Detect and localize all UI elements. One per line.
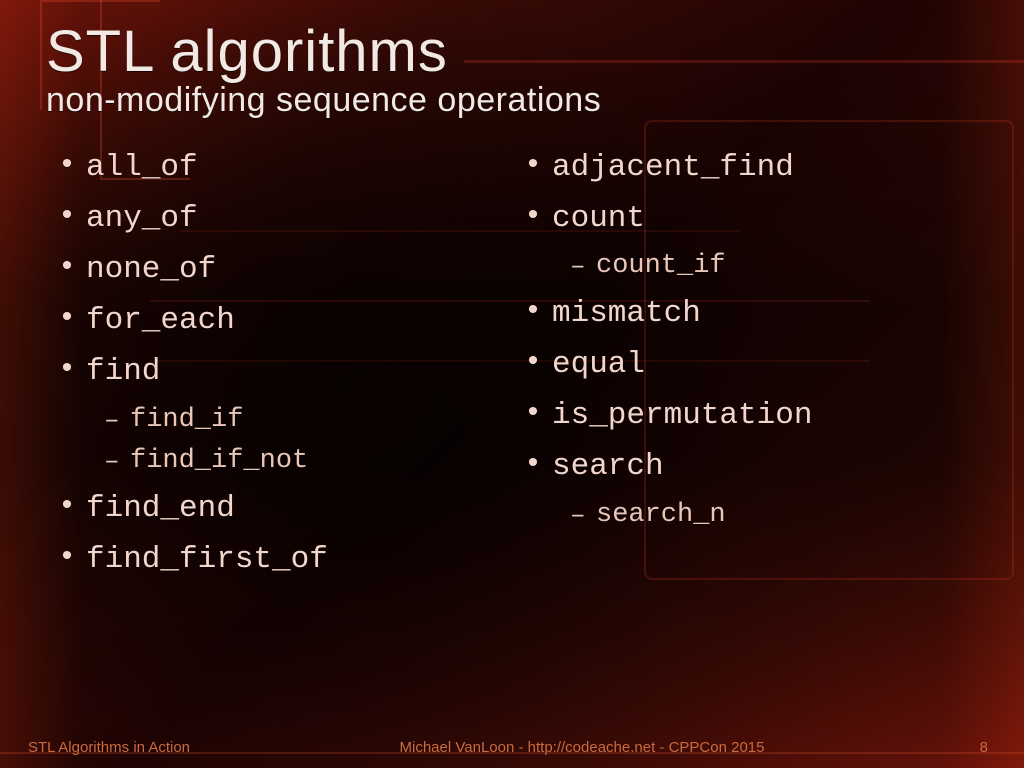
slide-subtitle: non-modifying sequence operations — [46, 81, 978, 120]
content-columns: all_ofany_ofnone_offor_eachfindfind_iffi… — [46, 142, 978, 586]
sub-list: find_iffind_if_not — [86, 400, 512, 484]
list-item-label: for_each — [86, 303, 235, 338]
list-item: search search_n — [512, 441, 978, 536]
list-item: find_end — [46, 483, 512, 534]
footer-center: Michael VanLoon - http://codeache.net - … — [288, 739, 876, 756]
list-item: any_of — [46, 193, 512, 244]
sub-list-item: search_n — [552, 495, 978, 537]
sub-list-item: count_if — [552, 246, 978, 288]
sub-list: count_if — [552, 246, 978, 288]
list-item: for_each — [46, 295, 512, 346]
list-item-label: mismatch — [552, 296, 701, 331]
list-item-label: any_of — [86, 201, 198, 236]
list-item: is_permutation — [512, 390, 978, 441]
list-item-label: find_end — [86, 491, 235, 526]
list-item-label: is_permutation — [552, 398, 812, 433]
list-item-label: find_first_of — [86, 542, 328, 577]
list-item-label: find — [86, 354, 160, 389]
footer-page-number: 8 — [876, 739, 996, 756]
list-item-label: count — [552, 201, 645, 236]
right-column: adjacent_findcount count_if mismatch equal i… — [512, 142, 978, 586]
sub-list: search_n — [552, 495, 978, 537]
slide-footer: STL Algorithms in Action Michael VanLoon… — [0, 739, 1024, 756]
list-item-label: adjacent_find — [552, 150, 794, 185]
list-item: adjacent_find — [512, 142, 978, 193]
list-item: count count_if — [512, 193, 978, 288]
left-column: all_ofany_ofnone_offor_eachfindfind_iffi… — [46, 142, 512, 586]
list-item-label: all_of — [86, 150, 198, 185]
bullet-list-left: all_ofany_ofnone_offor_eachfindfind_iffi… — [46, 142, 512, 586]
list-item: find_first_of — [46, 534, 512, 585]
sub-list-item: find_if — [86, 400, 512, 442]
list-item: none_of — [46, 244, 512, 295]
list-item: mismatch — [512, 288, 978, 339]
list-item-label: equal — [552, 347, 645, 382]
slide: STL algorithms non-modifying sequence op… — [0, 0, 1024, 768]
footer-left: STL Algorithms in Action — [28, 739, 288, 756]
list-item: equal — [512, 339, 978, 390]
slide-title: STL algorithms — [46, 22, 978, 83]
list-item-label: search — [552, 449, 664, 484]
list-item-label: none_of — [86, 252, 216, 287]
sub-list-item: find_if_not — [86, 441, 512, 483]
list-item: all_of — [46, 142, 512, 193]
bullet-list-right: adjacent_findcount count_if mismatch equal i… — [512, 142, 978, 537]
list-item: find find_iffind_if_not — [46, 346, 512, 483]
